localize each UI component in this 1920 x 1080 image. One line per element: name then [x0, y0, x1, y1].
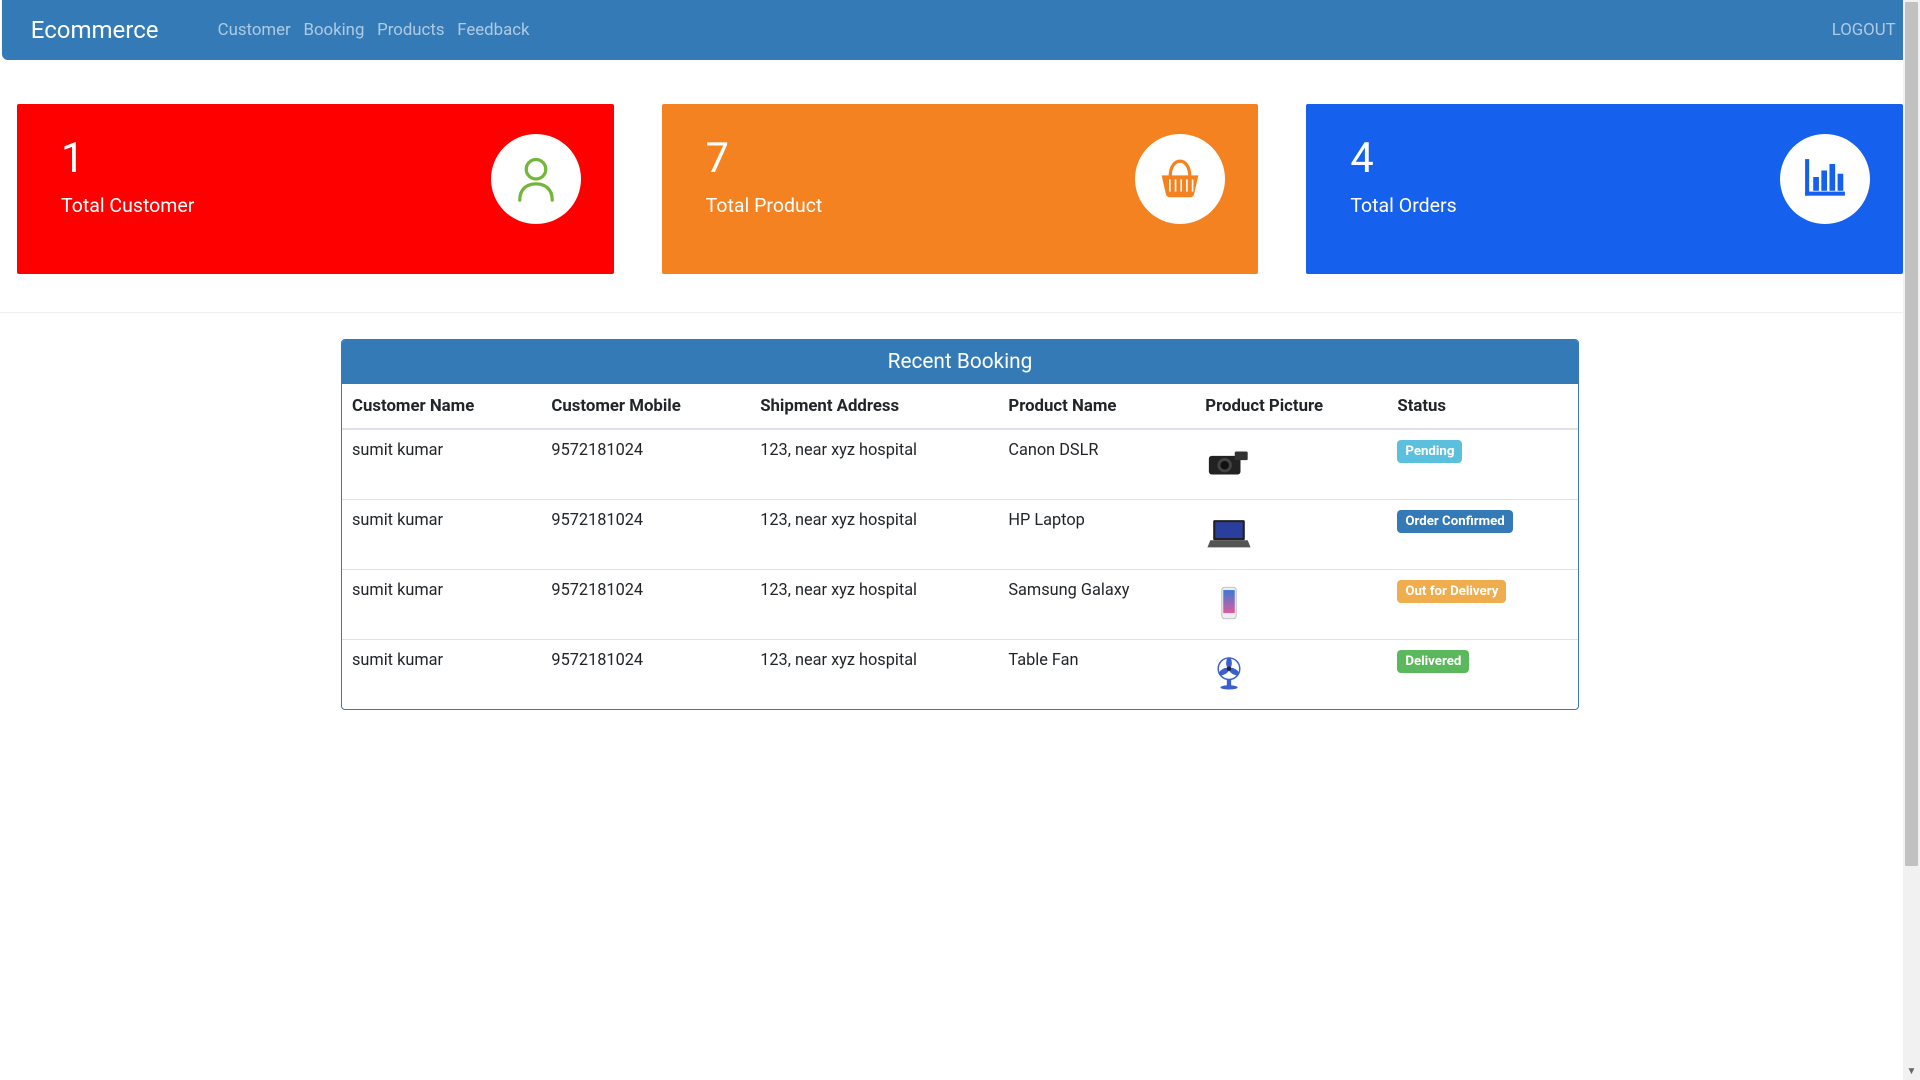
brand-link[interactable]: Ecommerce	[18, 8, 174, 52]
col-product-picture: Product Picture	[1197, 384, 1389, 429]
stat-label: Total Product	[706, 184, 1136, 217]
table-row: sumit kumar9572181024123, near xyz hospi…	[342, 429, 1578, 500]
col-shipment-address: Shipment Address	[752, 384, 1000, 429]
scrollbar[interactable]: ▲ ▼	[1903, 0, 1920, 1080]
cell-customer: sumit kumar	[342, 640, 543, 710]
cell-picture	[1197, 500, 1389, 570]
navbar: Ecommerce Customer Booking Products Feed…	[2, 0, 1918, 60]
cell-status: Out for Delivery	[1389, 570, 1578, 640]
cell-customer: sumit kumar	[342, 500, 543, 570]
product-fan-icon	[1205, 650, 1253, 696]
stat-label: Total Orders	[1350, 184, 1780, 217]
cell-product: HP Laptop	[1000, 500, 1197, 570]
nav-products[interactable]: Products	[371, 12, 451, 48]
col-product-name: Product Name	[1000, 384, 1197, 429]
cell-mobile: 9572181024	[543, 500, 752, 570]
user-icon	[491, 134, 581, 224]
cell-product: Table Fan	[1000, 640, 1197, 710]
table-row: sumit kumar9572181024123, near xyz hospi…	[342, 500, 1578, 570]
cell-customer: sumit kumar	[342, 429, 543, 500]
table-header-row: Customer Name Customer Mobile Shipment A…	[342, 384, 1578, 429]
status-badge: Pending	[1397, 440, 1462, 463]
navbar-right: LOGOUT	[1825, 20, 1902, 40]
cell-mobile: 9572181024	[543, 429, 752, 500]
stat-label: Total Customer	[61, 184, 491, 217]
scroll-down-icon[interactable]: ▼	[1903, 1063, 1920, 1080]
cell-status: Delivered	[1389, 640, 1578, 710]
cell-address: 123, near xyz hospital	[752, 429, 1000, 500]
nav-feedback[interactable]: Feedback	[451, 12, 536, 48]
divider	[0, 312, 1920, 313]
stat-value: 7	[706, 128, 1136, 184]
product-camera-icon	[1205, 440, 1253, 486]
nav-links: Customer Booking Products Feedback	[211, 20, 536, 40]
basket-icon	[1135, 134, 1225, 224]
nav-customer[interactable]: Customer	[211, 12, 297, 48]
cell-product: Canon DSLR	[1000, 429, 1197, 500]
status-badge: Delivered	[1397, 650, 1469, 673]
col-status: Status	[1389, 384, 1578, 429]
stat-value: 4	[1350, 128, 1780, 184]
col-customer-name: Customer Name	[342, 384, 543, 429]
stat-value: 1	[61, 128, 491, 184]
chart-icon	[1780, 134, 1870, 224]
cell-address: 123, near xyz hospital	[752, 640, 1000, 710]
status-badge: Order Confirmed	[1397, 510, 1512, 533]
stats-row: 1 Total Customer 7 Total Product 4 Total…	[0, 60, 1920, 274]
stat-card-customer[interactable]: 1 Total Customer	[17, 104, 614, 274]
table-row: sumit kumar9572181024123, near xyz hospi…	[342, 640, 1578, 710]
logout-link[interactable]: LOGOUT	[1825, 12, 1902, 48]
cell-mobile: 9572181024	[543, 640, 752, 710]
booking-table: Customer Name Customer Mobile Shipment A…	[342, 384, 1578, 709]
cell-picture	[1197, 640, 1389, 710]
cell-status: Order Confirmed	[1389, 500, 1578, 570]
nav-booking[interactable]: Booking	[297, 12, 371, 48]
product-laptop-icon	[1205, 510, 1253, 556]
cell-product: Samsung Galaxy	[1000, 570, 1197, 640]
table-title: Recent Booking	[342, 340, 1578, 384]
stat-card-orders[interactable]: 4 Total Orders	[1306, 104, 1903, 274]
col-customer-mobile: Customer Mobile	[543, 384, 752, 429]
stat-card-product[interactable]: 7 Total Product	[662, 104, 1259, 274]
status-badge: Out for Delivery	[1397, 580, 1506, 603]
cell-picture	[1197, 570, 1389, 640]
recent-booking-section: Recent Booking Customer Name Customer Mo…	[329, 339, 1591, 710]
cell-address: 123, near xyz hospital	[752, 570, 1000, 640]
cell-address: 123, near xyz hospital	[752, 500, 1000, 570]
cell-status: Pending	[1389, 429, 1578, 500]
product-phone-icon	[1205, 580, 1253, 626]
cell-mobile: 9572181024	[543, 570, 752, 640]
cell-picture	[1197, 429, 1389, 500]
scroll-thumb[interactable]	[1905, 2, 1918, 866]
table-row: sumit kumar9572181024123, near xyz hospi…	[342, 570, 1578, 640]
cell-customer: sumit kumar	[342, 570, 543, 640]
